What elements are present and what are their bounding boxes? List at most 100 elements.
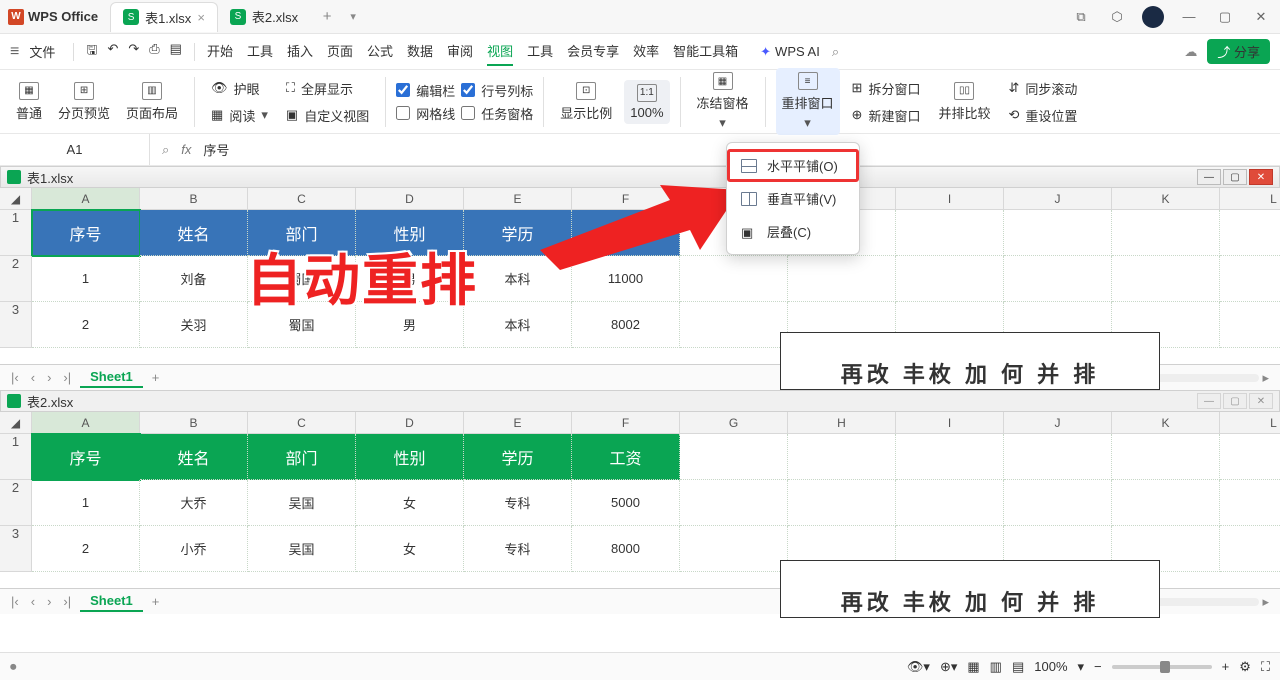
view-split-icon[interactable]: ▥ <box>990 659 1002 675</box>
col-header[interactable]: L <box>1220 412 1280 434</box>
close-icon[interactable]: × <box>197 10 205 25</box>
col-header[interactable]: A <box>32 188 140 210</box>
taskpane-checkbox[interactable]: 任务窗格 <box>461 104 533 123</box>
custom-view-button[interactable]: ▣自定义视图 <box>280 104 375 127</box>
row-header[interactable]: 3 <box>0 526 32 572</box>
cell[interactable]: 本科 <box>464 302 572 348</box>
hundred-button[interactable]: 1:1100% <box>624 80 669 124</box>
zoom-button[interactable]: ⊡显示比例 <box>554 78 618 126</box>
cell[interactable]: 大乔 <box>140 480 248 526</box>
col-header[interactable]: C <box>248 188 356 210</box>
normal-view-button[interactable]: ▦普通 <box>10 78 48 126</box>
page-layout-button[interactable]: ▥页面布局 <box>120 78 184 126</box>
side-by-side-button[interactable]: ▯▯并排比较 <box>932 78 996 126</box>
col-header[interactable]: E <box>464 412 572 434</box>
menu-start[interactable]: 开始 <box>207 37 233 66</box>
select-all[interactable]: ◢ <box>0 188 32 210</box>
file-menu[interactable]: 文件 <box>29 42 55 61</box>
zoom-slider[interactable] <box>1112 665 1212 669</box>
menu-formula[interactable]: 公式 <box>367 37 393 66</box>
menu-efficiency[interactable]: 效率 <box>633 37 659 66</box>
cell[interactable]: 1 <box>32 480 140 526</box>
menu-tools[interactable]: 工具 <box>247 37 273 66</box>
clipboard-icon[interactable]: ▤ <box>170 41 182 63</box>
nav-first-icon[interactable]: |‹ <box>8 594 22 609</box>
grid-2[interactable]: ◢ A B C D E F G H I J K L M N 1 序号 姓名 部门… <box>0 412 1280 572</box>
col-header[interactable]: H <box>788 412 896 434</box>
menu-page[interactable]: 页面 <box>327 37 353 66</box>
cell[interactable]: 学历 <box>464 434 572 480</box>
col-header[interactable]: C <box>248 412 356 434</box>
select-all[interactable]: ◢ <box>0 412 32 434</box>
gridlines-checkbox[interactable]: 网格线 <box>396 104 455 123</box>
cell[interactable]: 序号 <box>32 210 140 256</box>
cell-name-box[interactable]: A1 <box>0 134 150 165</box>
add-sheet-icon[interactable]: + <box>149 594 163 609</box>
cell[interactable]: 女 <box>356 480 464 526</box>
cell[interactable]: 5000 <box>572 480 680 526</box>
rowcol-checkbox[interactable]: 行号列标 <box>461 81 533 100</box>
page-preview-button[interactable]: ⊞分页预览 <box>52 78 116 126</box>
cell[interactable]: 小乔 <box>140 526 248 572</box>
win-min-icon[interactable]: — <box>1197 393 1221 409</box>
minimize-icon[interactable]: — <box>1178 6 1200 28</box>
cell[interactable]: 吴国 <box>248 480 356 526</box>
nav-last-icon[interactable]: ›| <box>60 594 74 609</box>
new-window-button[interactable]: ⊕新建窗口 <box>846 104 927 127</box>
menu-insert[interactable]: 插入 <box>287 37 313 66</box>
nav-last-icon[interactable]: ›| <box>60 370 74 385</box>
target-icon[interactable]: ⊕▾ <box>940 659 957 675</box>
cell[interactable]: 8002 <box>572 302 680 348</box>
view-normal-icon[interactable]: ▦ <box>967 659 979 675</box>
nav-prev-icon[interactable]: ‹ <box>28 370 38 385</box>
cell[interactable]: 2 <box>32 526 140 572</box>
col-header[interactable]: I <box>896 188 1004 210</box>
cell[interactable]: 专科 <box>464 480 572 526</box>
add-tab-button[interactable]: + <box>318 8 336 26</box>
settings-icon[interactable]: ⚙ <box>1239 659 1251 675</box>
avatar[interactable] <box>1142 6 1164 28</box>
nav-first-icon[interactable]: |‹ <box>8 370 22 385</box>
nav-next-icon[interactable]: › <box>44 370 54 385</box>
fullscreen-button[interactable]: ⛶全屏显示 <box>280 77 375 100</box>
row-header[interactable]: 2 <box>0 480 32 526</box>
cell[interactable]: 姓名 <box>140 434 248 480</box>
col-header[interactable]: A <box>32 412 140 434</box>
menu-tools2[interactable]: 工具 <box>527 37 553 66</box>
floating-textbox-1[interactable]: 再改 丰枚 加 何 并 排 <box>780 332 1160 390</box>
cell[interactable]: 专科 <box>464 526 572 572</box>
floating-textbox-2[interactable]: 再改 丰枚 加 何 并 排 <box>780 560 1160 618</box>
zoom-out-icon[interactable]: − <box>1094 659 1102 674</box>
add-sheet-icon[interactable]: + <box>149 370 163 385</box>
cell[interactable]: 序号 <box>32 434 140 480</box>
cloud-icon[interactable]: ☁ <box>1184 44 1197 60</box>
win-max-icon[interactable]: ▢ <box>1223 169 1247 185</box>
cell[interactable]: 姓名 <box>140 210 248 256</box>
split-button[interactable]: ⊞拆分窗口 <box>846 77 927 100</box>
cell[interactable]: 吴国 <box>248 526 356 572</box>
maximize-icon[interactable]: ▢ <box>1214 6 1236 28</box>
horizontal-tile-item[interactable]: 水平平铺(O) <box>727 149 859 182</box>
cell[interactable]: 性别 <box>356 434 464 480</box>
sheet-tab[interactable]: Sheet1 <box>80 367 143 388</box>
hamburger-icon[interactable]: ≡ <box>10 43 19 61</box>
row-header[interactable]: 3 <box>0 302 32 348</box>
undo-icon[interactable]: ↶ <box>107 41 118 63</box>
col-header[interactable]: I <box>896 412 1004 434</box>
cell[interactable]: 关羽 <box>140 302 248 348</box>
col-header[interactable]: K <box>1112 188 1220 210</box>
col-header[interactable]: K <box>1112 412 1220 434</box>
col-header[interactable]: G <box>680 412 788 434</box>
redo-icon[interactable]: ↷ <box>128 41 139 63</box>
fx-icon[interactable]: fx <box>181 142 191 157</box>
view-page-icon[interactable]: ▤ <box>1012 659 1024 675</box>
col-header[interactable]: B <box>140 188 248 210</box>
eye-icon[interactable]: 👁▾ <box>907 659 930 675</box>
col-header[interactable]: D <box>356 188 464 210</box>
win-close-icon[interactable]: ✕ <box>1249 393 1273 409</box>
nav-next-icon[interactable]: › <box>44 594 54 609</box>
expand-icon[interactable]: ⛶ <box>1261 659 1270 675</box>
col-header[interactable]: J <box>1004 188 1112 210</box>
cell[interactable]: 刘备 <box>140 256 248 302</box>
zoom-value[interactable]: 100% <box>1034 659 1067 674</box>
